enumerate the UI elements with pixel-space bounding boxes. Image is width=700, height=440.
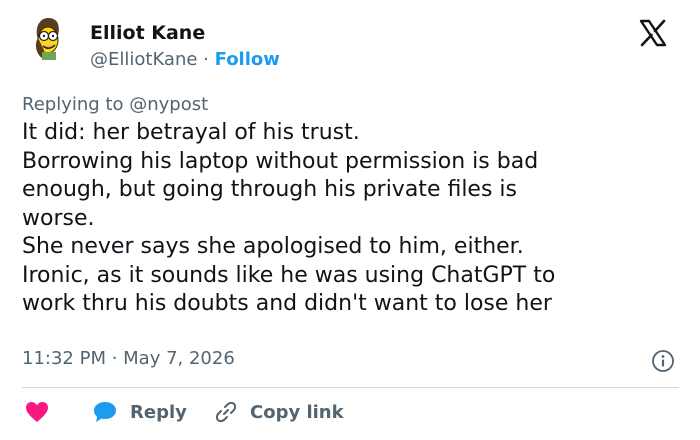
x-logo-icon[interactable]: [638, 18, 668, 48]
copy-link-label: Copy link: [250, 401, 344, 423]
tweet-line: Ironic, as it sounds like he was using C…: [22, 262, 556, 288]
heart-icon: [26, 402, 48, 422]
tweet-line: It did: her betrayal of his trust.: [22, 120, 360, 145]
reply-target-link[interactable]: @nypost: [129, 94, 208, 115]
tweet-line: Borrowing his laptop without permission …: [22, 148, 539, 174]
author-handle-line: @ElliotKane · Follow: [90, 49, 280, 70]
reply-label: Reply: [130, 401, 187, 423]
replying-to: Replying to @nypost: [22, 94, 208, 115]
divider: [22, 387, 679, 388]
avatar[interactable]: [22, 14, 70, 62]
author-name[interactable]: Elliot Kane: [90, 22, 205, 44]
tweet-line: enough, but going through his private fi…: [22, 177, 517, 202]
avatar-image: [35, 18, 59, 60]
tweet-line: worse.: [22, 205, 95, 231]
info-icon-glyph: [652, 350, 674, 372]
info-icon[interactable]: [651, 349, 675, 373]
tweet-line: work thru his doubts and didn't want to …: [22, 291, 552, 316]
tweet-timestamp[interactable]: 11:32 PM · May 7, 2026: [22, 348, 235, 369]
tweet-line: She never says she apologised to him, ei…: [22, 234, 524, 259]
follow-button[interactable]: Follow: [215, 49, 280, 70]
link-icon: [215, 401, 237, 423]
handle-separator: ·: [197, 49, 215, 70]
tweet-text: It did: her betrayal of his trust. Borro…: [22, 119, 682, 319]
author-handle[interactable]: @ElliotKane: [90, 49, 197, 70]
reply-button[interactable]: Reply: [92, 398, 187, 426]
replying-prefix: Replying to: [22, 94, 130, 115]
copy-link-button[interactable]: Copy link: [214, 398, 344, 426]
like-button[interactable]: [24, 398, 50, 426]
x-logo-glyph: [639, 19, 667, 47]
speech-bubble-icon: [94, 402, 116, 422]
